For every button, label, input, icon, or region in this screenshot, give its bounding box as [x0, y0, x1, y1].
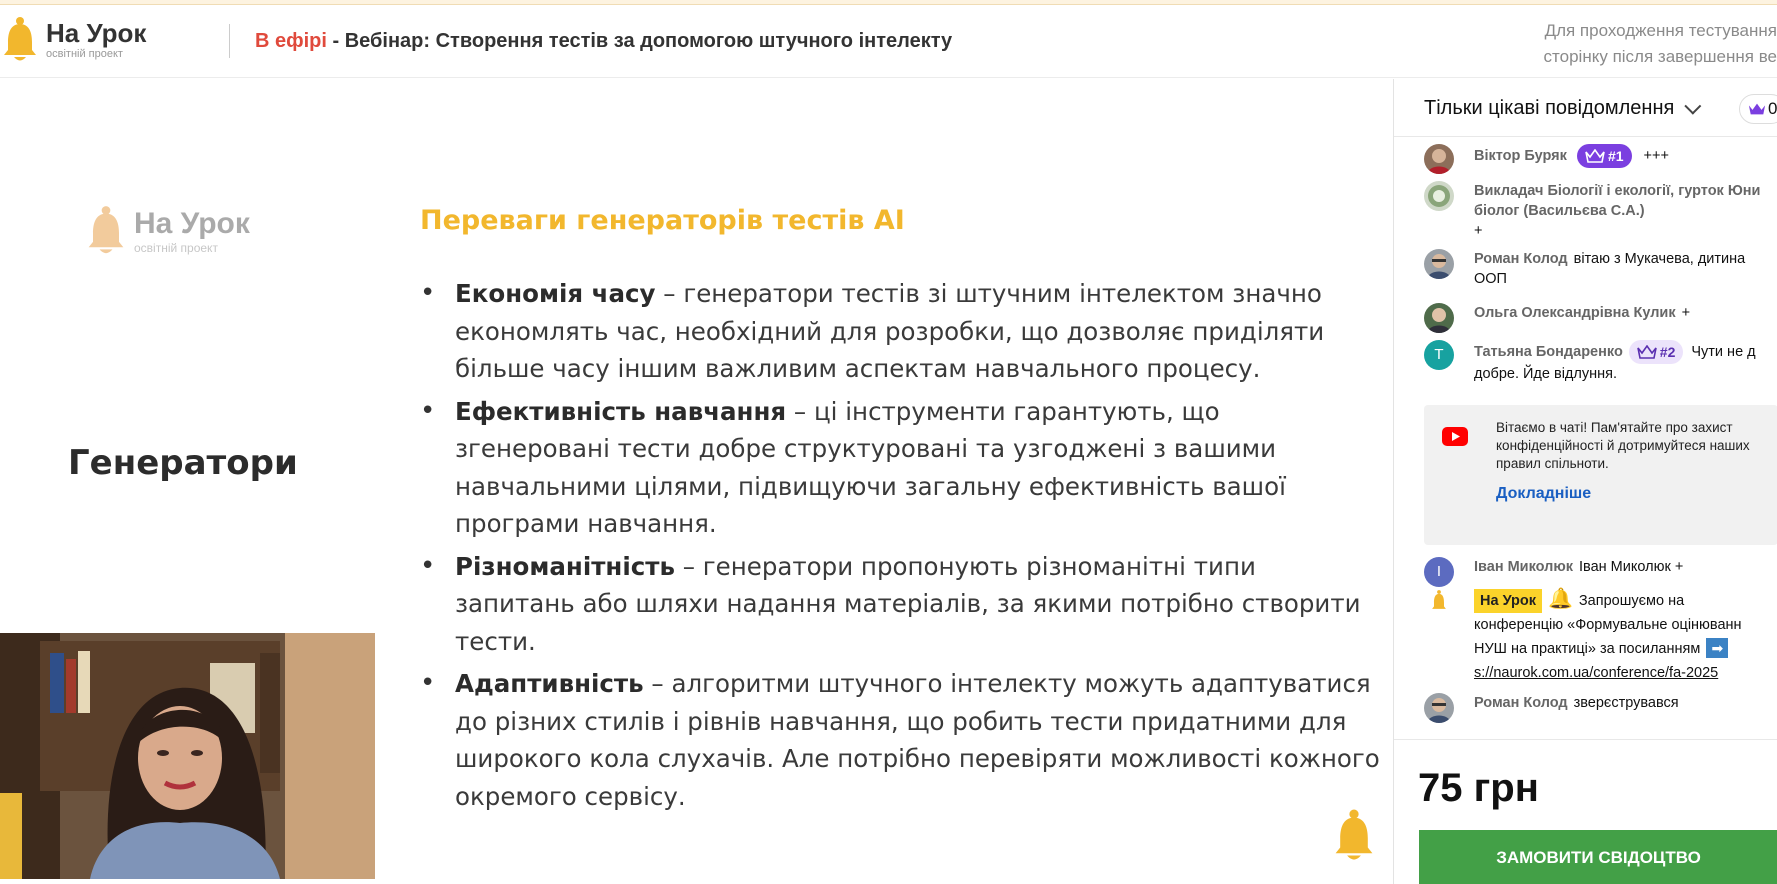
crown-icon	[1585, 149, 1605, 163]
message-text: Запрошуємо на	[1578, 593, 1685, 609]
avatar[interactable]: Т	[1424, 340, 1454, 370]
naurok-logo[interactable]: На Урок освітній проект	[0, 16, 146, 64]
bell-icon	[1432, 590, 1446, 609]
slide-logo: На Урок освітній проект	[84, 205, 250, 257]
youtube-icon	[1442, 427, 1468, 446]
bullet-term: Економія часу	[455, 279, 656, 308]
chat-message: Викладач Біології і екології, гурток Юни…	[1424, 181, 1777, 241]
message-text-line2: ООП	[1474, 271, 1507, 287]
message-text: вітаю з Мукачева, дитина	[1573, 251, 1746, 267]
title-separator: -	[326, 30, 345, 52]
message-text: зверєструвався	[1573, 695, 1679, 711]
logo-subtitle: освітній проект	[46, 48, 123, 60]
bullet-item: Адаптивність – алгоритми штучного інтеле…	[420, 665, 1380, 815]
message-author[interactable]: Ольга Олександрівна Кулик	[1474, 305, 1676, 321]
avatar[interactable]	[1424, 144, 1454, 174]
certificate-order-panel: 75 грн ЗАМОВИТИ СВІДОЦТВО	[1394, 739, 1777, 884]
message-text-line3: НУШ на практиці» за посиланням	[1474, 641, 1701, 657]
slide-bullets: Економія часу – генератори тестів зі шту…	[420, 275, 1380, 820]
order-certificate-button[interactable]: ЗАМОВИТИ СВІДОЦТВО	[1419, 830, 1777, 884]
webcam-video-frame	[0, 633, 375, 879]
bullet-term: Ефективність навчання	[455, 396, 787, 426]
chat-message: Роман Колод вітаю з Мукачева, дитина ООП	[1424, 249, 1777, 289]
top-accent-line	[0, 0, 1777, 5]
live-label: В ефірі	[255, 30, 327, 52]
webinar-title: В ефірі - Вебінар: Створення тестів за д…	[255, 30, 952, 53]
chevron-down-icon	[1684, 97, 1702, 115]
chat-welcome-notice: Вітаємо в чаті! Пам'ятайте про захист ко…	[1424, 405, 1777, 545]
header-note: Для проходження тестування сторінку післ…	[1507, 18, 1777, 70]
chat-message: Віктор Буряк #1 +++	[1424, 144, 1777, 174]
member-badge: #2	[1628, 340, 1684, 364]
notice-line1: Вітаємо в чаті! Пам'ятайте про захист	[1496, 420, 1733, 435]
slide-bell-icon	[88, 206, 124, 254]
message-author[interactable]: Роман Колод	[1474, 251, 1568, 267]
chat-filter-label: Тільки цікаві повідомлення	[1424, 97, 1675, 119]
message-text: +++	[1643, 147, 1669, 164]
message-author[interactable]: Роман Колод	[1474, 695, 1568, 711]
notice-line3: правил спільноти.	[1496, 456, 1609, 471]
avatar[interactable]: І	[1424, 557, 1454, 587]
slide-logo-title: На Урок	[134, 206, 250, 240]
badge-rank: #2	[1659, 344, 1676, 360]
page-header: На Урок освітній проект В ефірі - Вебіна…	[0, 6, 1777, 78]
chat-message: Роман Колод зверєструвався	[1424, 693, 1777, 723]
chat-message: Т Татьяна Бондаренко #2 Чути не д добре. Й…	[1424, 340, 1777, 384]
message-text: +	[1681, 305, 1691, 321]
chat-message: І Іван Миколюк Іван Миколюк +	[1424, 557, 1777, 587]
certificate-price: 75 грн	[1418, 766, 1539, 810]
chat-message: Ольга Олександрівна Кулик +	[1424, 303, 1777, 333]
crown-icon	[1748, 103, 1766, 115]
bell-emoji-icon: 🔔	[1548, 588, 1573, 610]
avatar[interactable]	[1424, 249, 1454, 279]
message-author-line2[interactable]: біолог (Васильєва С.А.)	[1474, 203, 1645, 219]
slide-logo-subtitle: освітній проект	[134, 240, 218, 255]
avatar-letter: Т	[1434, 346, 1444, 363]
live-chat-panel: Тільки цікаві повідомлення 0 Віктор Буря…	[1393, 79, 1777, 884]
message-author[interactable]: На Урок	[1474, 589, 1543, 613]
message-text-line2: конференцію «Формувальне оцінюванн	[1474, 617, 1742, 633]
notice-line2: конфіденційності й дотримуйтеся наших	[1496, 438, 1750, 453]
bullet-term: Різноманітність	[455, 551, 675, 581]
webinar-title-text: Вебінар: Створення тестів за допомогою ш…	[344, 30, 953, 52]
chat-message: На Урок 🔔 Запрошуємо на конференцію «Форму…	[1424, 587, 1777, 685]
message-author[interactable]: Татьяна Бондаренко	[1474, 344, 1623, 360]
badge-rank: #1	[1607, 148, 1624, 164]
avatar[interactable]	[1424, 587, 1454, 617]
avatar-letter: І	[1436, 563, 1442, 580]
header-divider	[229, 24, 230, 58]
message-text: Іван Миколюк +	[1579, 559, 1684, 575]
bullet-item: Ефективність навчання – ці інструменти г…	[420, 393, 1380, 543]
bullet-item: Економія часу – генератори тестів зі шту…	[420, 275, 1380, 388]
conference-link[interactable]: s://naurok.com.ua/conference/fa-2025	[1474, 665, 1718, 681]
bell-icon	[4, 17, 36, 61]
notice-text: Вітаємо в чаті! Пам'ятайте про захист ко…	[1496, 419, 1777, 473]
message-author[interactable]: Іван Миколюк	[1474, 559, 1573, 575]
bullet-item: Різноманітність – генератори пропонують …	[420, 548, 1380, 661]
header-note-line2: сторінку після завершення ве	[1543, 47, 1777, 66]
avatar[interactable]	[1424, 181, 1454, 211]
slide-corner-bell-icon	[1335, 809, 1373, 860]
slide-heading: Переваги генераторів тестів AI	[420, 205, 905, 236]
message-text: +	[1474, 223, 1483, 239]
slide-section-title: Генератори	[68, 443, 298, 483]
avatar[interactable]	[1424, 303, 1454, 333]
chat-filter-dropdown[interactable]: Тільки цікаві повідомлення	[1424, 97, 1702, 120]
bullet-term: Адаптивність	[455, 669, 644, 698]
top-donors-count: 0	[1768, 99, 1777, 118]
learn-more-link[interactable]: Докладніше	[1496, 485, 1591, 503]
chat-toolbar: Тільки цікаві повідомлення 0	[1394, 79, 1777, 137]
message-author[interactable]: Викладач Біології і екології, гурток Юни	[1474, 183, 1760, 199]
header-note-line1: Для проходження тестування	[1544, 21, 1777, 40]
message-author[interactable]: Віктор Буряк	[1474, 148, 1567, 164]
message-text-line2: добре. Йде відлуння.	[1474, 366, 1617, 382]
logo-title: На Урок	[46, 18, 147, 48]
top-donors-button[interactable]: 0	[1739, 94, 1777, 124]
presenter-webcam	[0, 633, 375, 879]
member-badge: #1	[1576, 144, 1632, 168]
arrow-right-icon: ➡	[1706, 638, 1729, 658]
avatar[interactable]	[1424, 693, 1454, 723]
message-text: Чути не д	[1691, 343, 1756, 360]
crown-icon	[1637, 345, 1657, 359]
